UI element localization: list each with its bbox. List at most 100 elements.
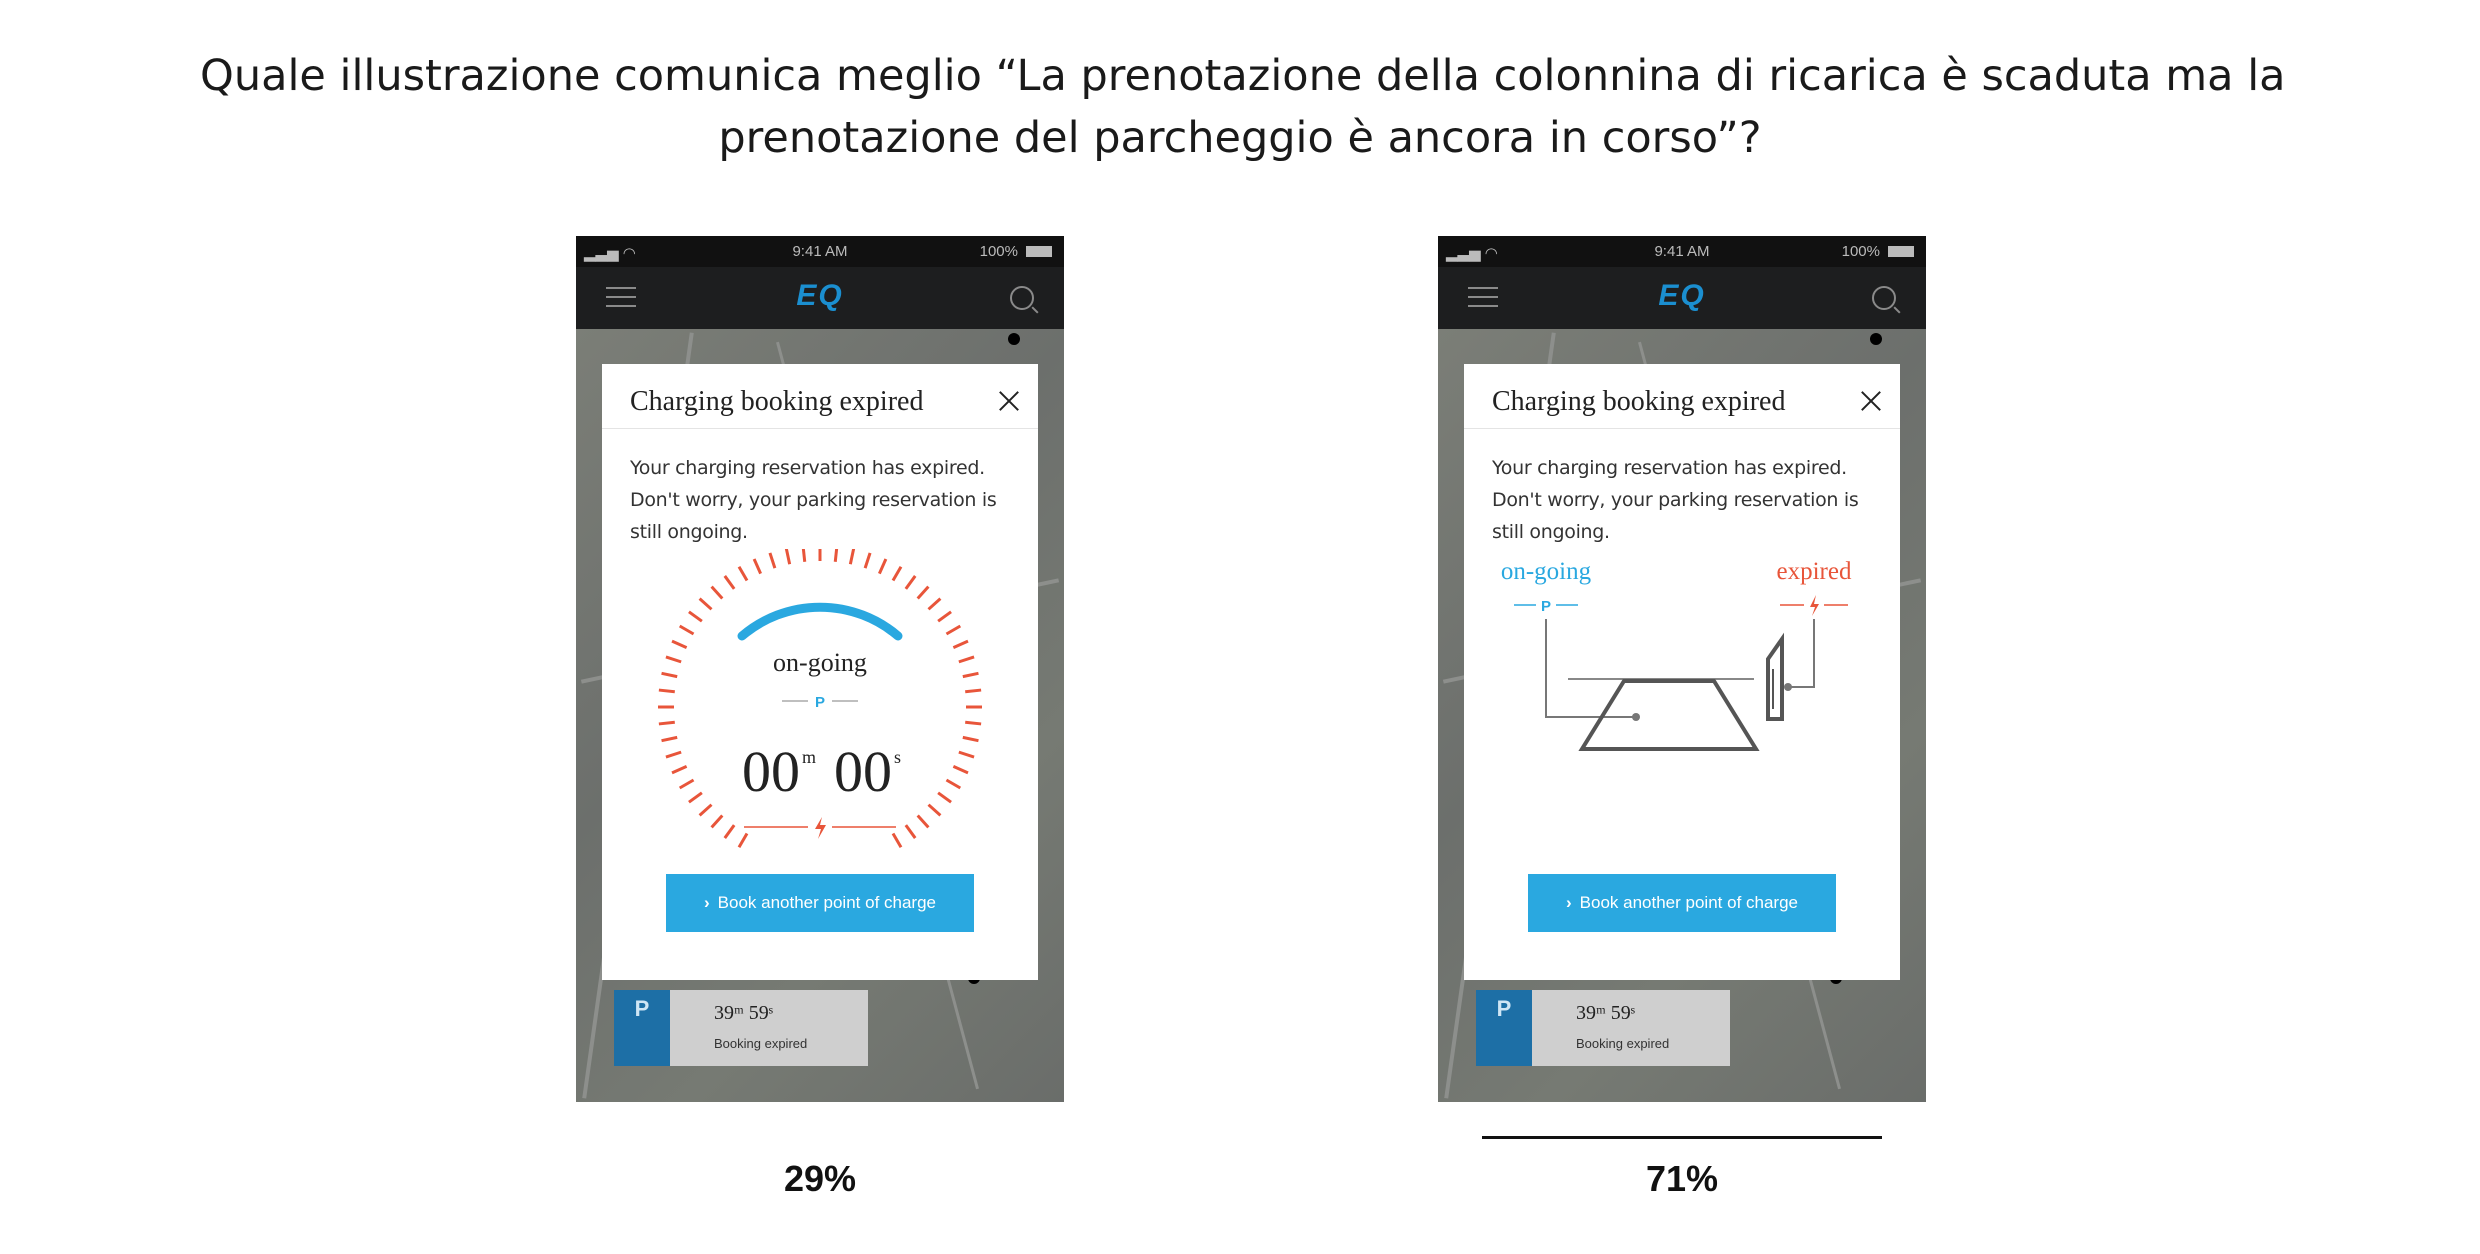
gauge-tick xyxy=(962,735,979,743)
timer-seconds: 00 xyxy=(834,739,892,804)
divider xyxy=(1464,428,1900,429)
gauge-tick xyxy=(952,765,969,775)
gauge-tick xyxy=(958,750,975,759)
gauge-tick xyxy=(671,765,688,775)
book-another-charge-button[interactable]: › Book another point of charge xyxy=(1528,874,1836,932)
gauge-tick xyxy=(945,624,962,636)
gauge-tick xyxy=(916,585,930,600)
expired-booking-modal: Charging booking expired Your charging r… xyxy=(602,364,1038,980)
gauge-tick xyxy=(723,575,736,590)
gauge-tick xyxy=(723,824,736,839)
gauge-tick xyxy=(965,720,982,726)
gauge-tick xyxy=(678,778,695,790)
message-line: still ongoing. xyxy=(1492,521,1610,543)
parking-badge: P xyxy=(1476,990,1532,1066)
gauge-tick xyxy=(768,552,777,569)
book-another-charge-button[interactable]: › Book another point of charge xyxy=(666,874,974,932)
gauge-tick xyxy=(916,814,930,829)
booking-card[interactable]: P 39ᵐ 59ˢ Booking expired xyxy=(1476,990,1730,1066)
battery-icon xyxy=(1026,246,1052,257)
gauge-tick xyxy=(665,655,682,664)
modal-title: Charging booking expired xyxy=(1492,386,1786,417)
search-icon[interactable] xyxy=(1872,286,1896,310)
gauge-tick xyxy=(958,655,975,664)
winner-underline xyxy=(1482,1136,1882,1139)
app-header: EQ xyxy=(1438,267,1926,329)
gauge-status-label: on-going xyxy=(773,648,867,677)
modal-title: Charging booking expired xyxy=(630,386,924,417)
gauge-tick xyxy=(784,549,792,565)
app-header: EQ xyxy=(576,267,1064,329)
card-countdown: 39ᵐ 59ˢ xyxy=(714,1002,774,1024)
message-line: still ongoing. xyxy=(630,521,748,543)
countdown-gauge-illustration: on-going P 00 m 00 s xyxy=(658,549,982,849)
message-line: Don't worry, your parking reservation is xyxy=(1492,489,1859,511)
parking-p-icon: P xyxy=(815,694,825,711)
gauge-tick xyxy=(927,803,942,817)
gauge-tick xyxy=(698,803,713,817)
gauge-tick xyxy=(945,778,962,790)
phone-mockup-option-2: ▂▃▅ ◠ 9:41 AM 100% EQ Charging booking e… xyxy=(1438,236,1926,1102)
map-marker[interactable] xyxy=(1008,333,1020,345)
phone-mockup-option-1: ▂▃▅ ◠ 9:41 AM 100% EQ Charging booking e… xyxy=(576,236,1064,1102)
chevron-right-icon: › xyxy=(704,893,710,912)
gauge-tick xyxy=(927,597,942,611)
gauge-tick xyxy=(891,565,903,582)
gauge-tick xyxy=(863,552,872,569)
battery-label: 100% xyxy=(979,243,1018,260)
gauge-tick xyxy=(801,549,807,562)
timer-minutes-unit: m xyxy=(802,747,816,767)
ongoing-label: on-going xyxy=(1501,558,1592,585)
map-marker[interactable] xyxy=(1870,333,1882,345)
modal-message: Your charging reservation has expired. D… xyxy=(1492,452,1882,548)
gauge-tick xyxy=(937,610,952,623)
gauge-tick xyxy=(661,671,678,679)
timer-minutes: 00 xyxy=(742,739,800,804)
eq-logo: EQ xyxy=(1658,279,1706,312)
card-status-label: Booking expired xyxy=(1576,1036,1670,1051)
survey-question: Quale illustrazione comunica meglio “La … xyxy=(200,45,2286,169)
gauge-tick xyxy=(904,824,917,839)
gauge-tick xyxy=(665,750,682,759)
close-icon[interactable] xyxy=(998,390,1020,412)
booking-card[interactable]: P 39ᵐ 59ˢ Booking expired xyxy=(614,990,868,1066)
gauge-tick xyxy=(848,549,856,565)
question-line-2: prenotazione del parcheggio è ancora in … xyxy=(718,113,1762,163)
gauge-tick xyxy=(737,565,749,582)
question-line-1: Quale illustrazione comunica meglio “La … xyxy=(200,51,2286,101)
gauge-tick xyxy=(752,558,762,575)
card-status-label: Booking expired xyxy=(714,1036,808,1051)
expired-label: expired xyxy=(1777,558,1852,585)
gauge-tick xyxy=(658,688,675,694)
parking-badge: P xyxy=(614,990,670,1066)
close-icon[interactable] xyxy=(1860,390,1882,412)
gauge-tick xyxy=(671,639,688,649)
lightning-icon xyxy=(815,817,826,839)
gauge-tick xyxy=(710,814,724,829)
gauge-tick xyxy=(658,720,675,726)
modal-message: Your charging reservation has expired. D… xyxy=(630,452,1020,548)
parking-spot-charger-illustration: on-going P expired xyxy=(1501,558,1852,751)
gauge-tick xyxy=(962,671,979,679)
timer-seconds-unit: s xyxy=(894,747,901,767)
gauge-tick xyxy=(661,735,678,743)
gauge-tick xyxy=(678,624,695,636)
status-bar: ▂▃▅ ◠ 9:41 AM 100% xyxy=(1438,236,1926,267)
eq-logo: EQ xyxy=(796,279,844,312)
result-percentage-option-2: 71% xyxy=(1645,1158,1719,1199)
gauge-tick xyxy=(904,575,917,590)
battery-icon xyxy=(1888,246,1914,257)
gauge-tick xyxy=(952,639,969,649)
expired-booking-modal: Charging booking expired Your charging r… xyxy=(1464,364,1900,980)
lightning-icon xyxy=(1810,595,1819,616)
result-percentage-option-1: 29% xyxy=(783,1158,857,1199)
gauge-tick xyxy=(965,688,982,694)
message-line: Your charging reservation has expired. xyxy=(1492,457,1847,479)
search-icon[interactable] xyxy=(1010,286,1034,310)
button-label: Book another point of charge xyxy=(1579,893,1798,912)
message-line: Don't worry, your parking reservation is xyxy=(630,489,997,511)
gauge-tick xyxy=(710,585,724,600)
battery-label: 100% xyxy=(1841,243,1880,260)
parking-p-icon: P xyxy=(1541,598,1551,615)
gauge-tick xyxy=(937,791,952,804)
